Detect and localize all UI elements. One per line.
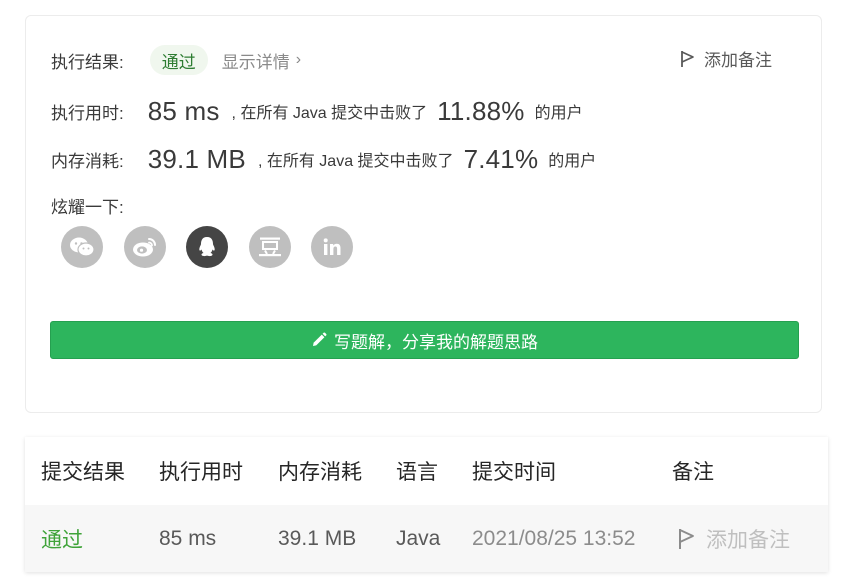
header-time: 提交时间 [472,461,556,484]
share-icons [61,226,374,268]
runtime-value: 85 ms [147,95,220,126]
row-add-note-button[interactable]: 添加备注 [678,505,790,572]
runtime-label: 执行用时: [51,103,124,123]
row-add-note-label: 添加备注 [706,528,790,552]
flag-icon [679,528,694,549]
show-details-label: 显示详情 [221,52,290,72]
runtime-row: 执行用时: 85 ms , 在所有 Java 提交中击败了 11.88% 的用户 [51,94,583,128]
chevron-right-icon: › [295,51,302,68]
write-solution-button[interactable]: 写题解，分享我的解题思路 [50,321,799,359]
linkedin-share-button[interactable] [311,226,353,268]
write-solution-label: 写题解，分享我的解题思路 [334,332,538,352]
header-runtime: 执行用时 [159,461,243,484]
qq-share-button[interactable] [186,226,228,268]
header-language: 语言 [396,461,438,484]
weibo-icon [132,238,156,257]
memory-beat-text: , 在所有 Java 提交中击败了 [257,153,454,170]
runtime-users-text: 的用户 [534,105,583,122]
add-note-button[interactable]: 添加备注 [680,46,772,71]
status-badge: 通过 [149,45,208,75]
douban-share-button[interactable] [248,226,291,268]
submissions-table: 提交结果 执行用时 内存消耗 语言 提交时间 备注 通过 85 ms 39.1 … [25,437,828,572]
share-label: 炫耀一下: [51,198,124,217]
memory-row: 内存消耗: 39.1 MB , 在所有 Java 提交中击败了 7.41% 的用… [51,142,596,176]
header-status: 提交结果 [41,461,125,484]
pencil-icon [313,332,327,346]
flag-icon [681,50,694,67]
header-memory: 内存消耗 [278,461,362,484]
row-runtime: 85 ms [159,526,217,550]
row-status-link[interactable]: 通过 [41,505,83,572]
wechat-icon [70,237,95,257]
weibo-share-button[interactable] [123,226,166,268]
result-label: 执行结果: [51,52,124,72]
linkedin-icon [323,238,341,255]
memory-percent: 7.41% [463,143,539,174]
memory-users-text: 的用户 [548,153,597,170]
result-row: 执行结果: 通过 显示详情 › [51,44,301,76]
qq-icon [199,237,215,257]
row-language: Java [396,526,441,550]
table-row: 通过 85 ms 39.1 MB Java 2021/08/25 13:52 添… [25,505,828,572]
runtime-percent: 11.88% [437,95,525,126]
result-card: 执行结果: 通过 显示详情 › 添加备注 执行用时: 85 ms , 在所有 J… [25,15,822,413]
memory-label: 内存消耗: [51,151,124,171]
row-time: 2021/08/25 13:52 [472,526,636,550]
memory-value: 39.1 MB [147,143,246,174]
wechat-share-button[interactable] [61,226,103,268]
row-memory: 39.1 MB [278,526,357,550]
add-note-label: 添加备注 [704,51,772,70]
runtime-beat-text: , 在所有 Java 提交中击败了 [231,105,428,122]
douban-icon [258,237,281,257]
header-note: 备注 [672,461,714,484]
table-header: 提交结果 执行用时 内存消耗 语言 提交时间 备注 [25,437,828,505]
show-details-link[interactable]: 显示详情 › [222,48,301,73]
